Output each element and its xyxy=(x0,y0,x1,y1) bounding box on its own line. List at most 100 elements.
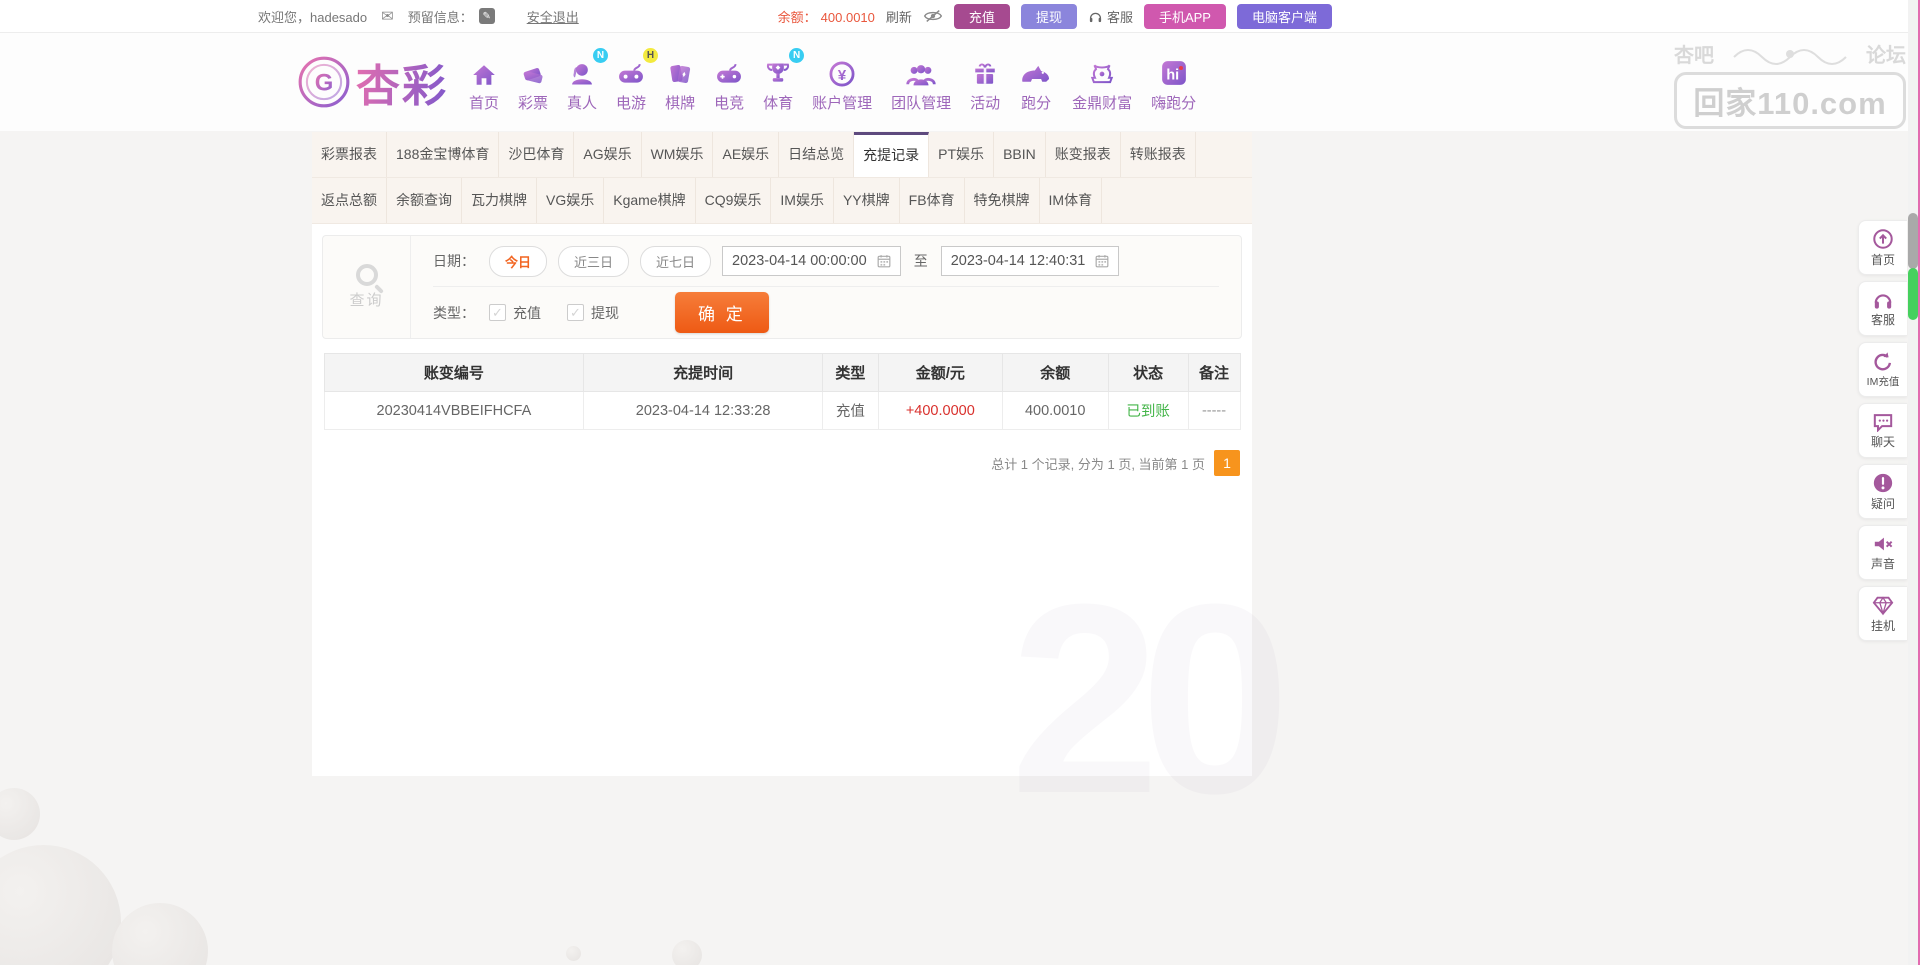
esports-icon xyxy=(714,52,744,88)
scrollbar-thumb[interactable] xyxy=(1908,213,1918,269)
rail-item-sound-muted[interactable]: 声音 xyxy=(1858,525,1907,580)
pagination-summary: 总计 1 个记录, 分为 1 页, 当前第 1 页 xyxy=(991,454,1205,473)
date-to-input[interactable]: 2023-04-14 12:40:31 xyxy=(941,246,1120,276)
nav-item-home[interactable]: 首页 xyxy=(464,52,504,113)
refresh-link[interactable]: 刷新 xyxy=(886,7,912,26)
magnifier-icon xyxy=(356,264,378,286)
tab[interactable]: VG娱乐 xyxy=(537,178,604,223)
welcome-text: 欢迎您，hadesado xyxy=(258,7,367,26)
withdraw-button[interactable]: 提现 xyxy=(1021,4,1077,29)
column-header: 充提时间 xyxy=(584,354,823,392)
cell-id: 20230414VBBEIFHCFA xyxy=(324,392,584,430)
cell-balance: 400.0010 xyxy=(1002,392,1108,430)
rail-item-back-to-top[interactable]: 首页 xyxy=(1858,220,1907,275)
tab[interactable]: 返点总额 xyxy=(312,178,387,223)
table-row: 20230414VBBEIFHCFA2023-04-14 12:33:28充值+… xyxy=(324,392,1240,430)
nav-label: 电竞 xyxy=(714,92,744,113)
tab[interactable]: YY棋牌 xyxy=(834,178,900,223)
type-checkbox-option[interactable]: ✓充值 xyxy=(489,303,541,323)
tab[interactable]: 账变报表 xyxy=(1046,132,1121,177)
tab[interactable]: 日结总览 xyxy=(779,132,854,177)
edit-pencil-icon[interactable]: ✎ xyxy=(479,8,495,24)
nav-item-cards[interactable]: 棋牌 xyxy=(660,52,700,113)
watermark-site: 回家110.com xyxy=(1674,72,1906,129)
chat-bubble-icon xyxy=(1872,412,1894,432)
home-icon xyxy=(471,52,497,88)
scrollbar-track[interactable] xyxy=(1908,0,1918,965)
nav-label: 金鼎财富 xyxy=(1072,92,1132,113)
quick-range-pill[interactable]: 今日 xyxy=(489,246,547,277)
type-label: 类型： xyxy=(433,303,475,323)
type-checkbox-option[interactable]: ✓提现 xyxy=(567,303,619,323)
reserved-info-label: 预留信息： xyxy=(408,7,473,26)
site-logo[interactable]: G 杏彩 xyxy=(296,50,448,114)
nav-label: 体育 xyxy=(763,92,793,113)
nav-item-esports[interactable]: 电竞 xyxy=(709,52,749,113)
tab[interactable]: 特免棋牌 xyxy=(965,178,1040,223)
tab[interactable]: WM娱乐 xyxy=(642,132,714,177)
account-coin-icon: ¥ xyxy=(828,52,856,88)
nav-item-account-coin[interactable]: ¥ 账户管理 xyxy=(807,52,877,113)
tab[interactable]: 充提记录 xyxy=(854,132,929,177)
rail-item-question-alert[interactable]: 疑问 xyxy=(1858,464,1907,519)
checkbox[interactable]: ✓ xyxy=(567,304,584,321)
tab[interactable]: IM体育 xyxy=(1040,178,1103,223)
main-panel: 彩票报表188金宝博体育沙巴体育AG娱乐WM娱乐AE娱乐日结总览充提记录PT娱乐… xyxy=(312,132,1252,776)
logo-text: 杏彩 xyxy=(356,50,448,114)
eye-off-icon[interactable] xyxy=(923,9,943,23)
date-from-input[interactable]: 2023-04-14 00:00:00 xyxy=(722,246,901,276)
tab[interactable]: 瓦力棋牌 xyxy=(462,178,537,223)
gift-icon xyxy=(972,52,998,88)
tab[interactable]: CQ9娱乐 xyxy=(696,178,772,223)
quick-range-pill[interactable]: 近七日 xyxy=(640,246,711,277)
tab[interactable]: IM娱乐 xyxy=(771,178,834,223)
tab[interactable]: 188金宝博体育 xyxy=(387,132,499,177)
tab[interactable]: 彩票报表 xyxy=(312,132,387,177)
tab[interactable]: AG娱乐 xyxy=(574,132,641,177)
confirm-button[interactable]: 确 定 xyxy=(675,292,769,333)
table-body: 20230414VBBEIFHCFA2023-04-14 12:33:28充值+… xyxy=(324,392,1240,430)
nav-item-sports-trophy[interactable]: N 体育 xyxy=(758,52,798,113)
new-badge: N xyxy=(593,48,608,63)
tab[interactable]: PT娱乐 xyxy=(929,132,994,177)
nav-label: 账户管理 xyxy=(812,92,872,113)
tab[interactable]: AE娱乐 xyxy=(713,132,779,177)
tab[interactable]: BBIN xyxy=(994,132,1046,177)
nav-item-hi-app[interactable]: hi嗨跑分 xyxy=(1146,52,1201,113)
tab[interactable]: Kgame棋牌 xyxy=(604,178,695,223)
nav-item-gift[interactable]: 活动 xyxy=(965,52,1005,113)
customer-service-link[interactable]: 客服 xyxy=(1088,7,1133,26)
logout-link[interactable]: 安全退出 xyxy=(527,7,579,26)
flourish-icon xyxy=(1730,43,1850,65)
nav-item-lottery-tickets[interactable]: 彩票 xyxy=(513,52,553,113)
cell-status: 已到账 xyxy=(1108,392,1188,430)
mobile-app-button[interactable]: 手机APP xyxy=(1144,4,1226,29)
calendar-icon xyxy=(877,254,891,268)
column-header: 备注 xyxy=(1188,354,1240,392)
cell-time: 2023-04-14 12:33:28 xyxy=(584,392,823,430)
tab[interactable]: FB体育 xyxy=(900,178,965,223)
records-table: 账变编号充提时间类型金额/元余额状态备注 20230414VBBEIFHCFA2… xyxy=(324,353,1241,430)
sports-trophy-icon: N xyxy=(764,52,792,88)
tripod-icon xyxy=(1089,52,1115,88)
watermark-left: 杏吧 xyxy=(1674,39,1714,68)
deposit-button[interactable]: 充值 xyxy=(954,4,1010,29)
nav-item-tripod[interactable]: 金鼎财富 xyxy=(1067,52,1137,113)
checkbox[interactable]: ✓ xyxy=(489,304,506,321)
mail-icon[interactable]: ✉ xyxy=(381,7,394,25)
pc-client-button[interactable]: 电脑客户端 xyxy=(1237,4,1332,29)
tab[interactable]: 余额查询 xyxy=(387,178,462,223)
nav-item-rhino[interactable]: 跑分 xyxy=(1014,52,1058,113)
rail-item-im-recharge[interactable]: IM充值 xyxy=(1858,342,1907,397)
rail-item-headset[interactable]: 客服 xyxy=(1858,281,1907,336)
page-number-button[interactable]: 1 xyxy=(1214,450,1240,476)
rail-item-chat-bubble[interactable]: 聊天 xyxy=(1858,403,1907,458)
scrollbar-thumb-green[interactable] xyxy=(1908,268,1918,320)
quick-range-pill[interactable]: 近三日 xyxy=(558,246,629,277)
tab[interactable]: 转账报表 xyxy=(1121,132,1196,177)
rail-item-gem[interactable]: 挂机 xyxy=(1858,586,1907,641)
tab[interactable]: 沙巴体育 xyxy=(499,132,574,177)
nav-item-team[interactable]: 团队管理 xyxy=(886,52,956,113)
nav-item-slots-gamepad[interactable]: H电游 xyxy=(611,52,651,113)
nav-item-live-dealer[interactable]: N真人 xyxy=(562,52,602,113)
